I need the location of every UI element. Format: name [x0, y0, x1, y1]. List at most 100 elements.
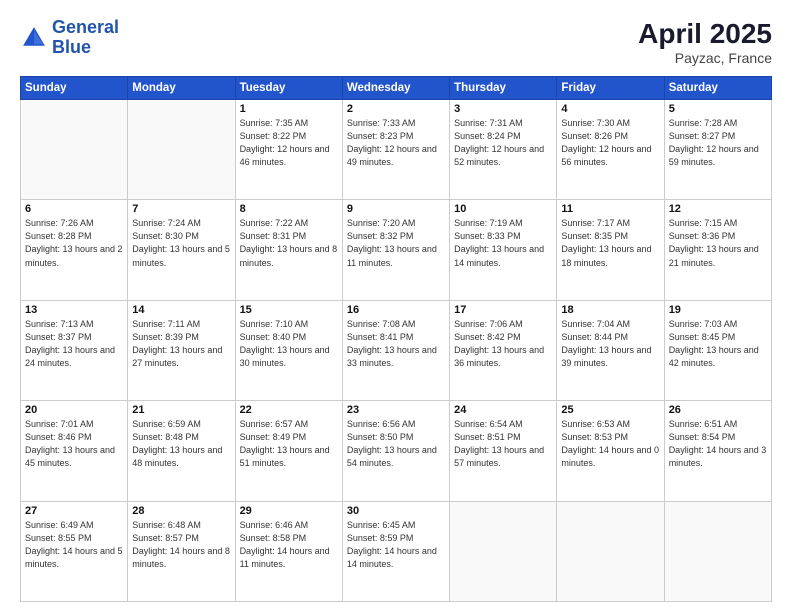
calendar-cell: 4 Sunrise: 7:30 AMSunset: 8:26 PMDaylight… — [557, 100, 664, 200]
page: General Blue April 2025 Payzac, France S… — [0, 0, 792, 612]
day-detail: Sunrise: 6:46 AMSunset: 8:58 PMDaylight:… — [240, 519, 338, 571]
calendar-cell: 19 Sunrise: 7:03 AMSunset: 8:45 PMDayligh… — [664, 300, 771, 400]
calendar-cell: 25 Sunrise: 6:53 AMSunset: 8:53 PMDayligh… — [557, 401, 664, 501]
weekday-header: Thursday — [450, 77, 557, 100]
weekday-header: Tuesday — [235, 77, 342, 100]
day-detail: Sunrise: 7:24 AMSunset: 8:30 PMDaylight:… — [132, 217, 230, 269]
weekday-header: Monday — [128, 77, 235, 100]
day-number: 8 — [240, 203, 338, 215]
day-number: 15 — [240, 304, 338, 316]
calendar-week-row: 13 Sunrise: 7:13 AMSunset: 8:37 PMDayligh… — [21, 300, 772, 400]
day-detail: Sunrise: 7:11 AMSunset: 8:39 PMDaylight:… — [132, 318, 230, 370]
logo: General Blue — [20, 18, 119, 58]
day-number: 20 — [25, 404, 123, 416]
calendar-cell: 20 Sunrise: 7:01 AMSunset: 8:46 PMDayligh… — [21, 401, 128, 501]
day-detail: Sunrise: 6:54 AMSunset: 8:51 PMDaylight:… — [454, 418, 552, 470]
calendar-cell: 9Sunrise: 7:20 AMSunset: 8:32 PMDaylight… — [342, 200, 449, 300]
day-detail: Sunrise: 7:04 AMSunset: 8:44 PMDaylight:… — [561, 318, 659, 370]
logo-line1: General — [52, 17, 119, 37]
day-number: 16 — [347, 304, 445, 316]
day-detail: Sunrise: 7:22 AMSunset: 8:31 PMDaylight:… — [240, 217, 338, 269]
day-number: 28 — [132, 505, 230, 517]
calendar-table: SundayMondayTuesdayWednesdayThursdayFrid… — [20, 76, 772, 602]
calendar-week-row: 20 Sunrise: 7:01 AMSunset: 8:46 PMDayligh… — [21, 401, 772, 501]
day-detail: Sunrise: 6:57 AMSunset: 8:49 PMDaylight:… — [240, 418, 338, 470]
month-title: April 2025 — [638, 18, 772, 50]
day-detail: Sunrise: 7:26 AMSunset: 8:28 PMDaylight:… — [25, 217, 123, 269]
day-detail: Sunrise: 7:06 AMSunset: 8:42 PMDaylight:… — [454, 318, 552, 370]
weekday-header: Saturday — [664, 77, 771, 100]
header: General Blue April 2025 Payzac, France — [20, 18, 772, 66]
day-detail: Sunrise: 7:28 AMSunset: 8:27 PMDaylight:… — [669, 117, 767, 169]
calendar-cell: 11 Sunrise: 7:17 AMSunset: 8:35 PMDayligh… — [557, 200, 664, 300]
day-number: 9 — [347, 203, 445, 215]
day-number: 2 — [347, 103, 445, 115]
day-detail: Sunrise: 7:03 AMSunset: 8:45 PMDaylight:… — [669, 318, 767, 370]
calendar-cell: 6Sunrise: 7:26 AMSunset: 8:28 PMDaylight… — [21, 200, 128, 300]
calendar-week-row: 27Sunrise: 6:49 AMSunset: 8:55 PMDayligh… — [21, 501, 772, 601]
calendar-cell: 14 Sunrise: 7:11 AMSunset: 8:39 PMDayligh… — [128, 300, 235, 400]
day-number: 21 — [132, 404, 230, 416]
calendar-cell — [450, 501, 557, 601]
day-detail: Sunrise: 7:30 AMSunset: 8:26 PMDaylight:… — [561, 117, 659, 169]
day-number: 27 — [25, 505, 123, 517]
logo-text: General Blue — [52, 18, 119, 58]
day-number: 12 — [669, 203, 767, 215]
calendar-cell — [21, 100, 128, 200]
day-number: 24 — [454, 404, 552, 416]
calendar-week-row: 6Sunrise: 7:26 AMSunset: 8:28 PMDaylight… — [21, 200, 772, 300]
day-detail: Sunrise: 6:45 AMSunset: 8:59 PMDaylight:… — [347, 519, 445, 571]
logo-icon — [20, 24, 48, 52]
day-detail: Sunrise: 6:53 AMSunset: 8:53 PMDaylight:… — [561, 418, 659, 470]
day-number: 18 — [561, 304, 659, 316]
weekday-header: Friday — [557, 77, 664, 100]
day-detail: Sunrise: 6:51 AMSunset: 8:54 PMDaylight:… — [669, 418, 767, 470]
day-number: 11 — [561, 203, 659, 215]
day-number: 19 — [669, 304, 767, 316]
day-detail: Sunrise: 6:48 AMSunset: 8:57 PMDaylight:… — [132, 519, 230, 571]
day-number: 17 — [454, 304, 552, 316]
calendar-cell: 17 Sunrise: 7:06 AMSunset: 8:42 PMDayligh… — [450, 300, 557, 400]
title-block: April 2025 Payzac, France — [638, 18, 772, 66]
day-number: 1 — [240, 103, 338, 115]
day-detail: Sunrise: 7:19 AMSunset: 8:33 PMDaylight:… — [454, 217, 552, 269]
calendar-cell: 29Sunrise: 6:46 AMSunset: 8:58 PMDayligh… — [235, 501, 342, 601]
weekday-header: Wednesday — [342, 77, 449, 100]
day-detail: Sunrise: 7:08 AMSunset: 8:41 PMDaylight:… — [347, 318, 445, 370]
calendar-cell: 23Sunrise: 6:56 AMSunset: 8:50 PMDayligh… — [342, 401, 449, 501]
calendar-cell: 15Sunrise: 7:10 AMSunset: 8:40 PMDayligh… — [235, 300, 342, 400]
calendar-cell: 1 Sunrise: 7:35 AMSunset: 8:22 PMDaylight… — [235, 100, 342, 200]
calendar-cell: 3 Sunrise: 7:31 AMSunset: 8:24 PMDaylight… — [450, 100, 557, 200]
calendar-cell: 26 Sunrise: 6:51 AMSunset: 8:54 PMDayligh… — [664, 401, 771, 501]
calendar-cell: 10Sunrise: 7:19 AMSunset: 8:33 PMDayligh… — [450, 200, 557, 300]
calendar-cell: 22 Sunrise: 6:57 AMSunset: 8:49 PMDayligh… — [235, 401, 342, 501]
logo-line2: Blue — [52, 37, 91, 57]
day-detail: Sunrise: 7:13 AMSunset: 8:37 PMDaylight:… — [25, 318, 123, 370]
day-detail: Sunrise: 6:59 AMSunset: 8:48 PMDaylight:… — [132, 418, 230, 470]
day-detail: Sunrise: 6:56 AMSunset: 8:50 PMDaylight:… — [347, 418, 445, 470]
calendar-week-row: 1 Sunrise: 7:35 AMSunset: 8:22 PMDaylight… — [21, 100, 772, 200]
day-detail: Sunrise: 7:17 AMSunset: 8:35 PMDaylight:… — [561, 217, 659, 269]
calendar-cell: 12 Sunrise: 7:15 AMSunset: 8:36 PMDayligh… — [664, 200, 771, 300]
day-detail: Sunrise: 7:35 AMSunset: 8:22 PMDaylight:… — [240, 117, 338, 169]
calendar-cell: 18 Sunrise: 7:04 AMSunset: 8:44 PMDayligh… — [557, 300, 664, 400]
calendar-cell: 8 Sunrise: 7:22 AMSunset: 8:31 PMDaylight… — [235, 200, 342, 300]
day-number: 25 — [561, 404, 659, 416]
day-number: 4 — [561, 103, 659, 115]
day-number: 14 — [132, 304, 230, 316]
calendar-cell: 7Sunrise: 7:24 AMSunset: 8:30 PMDaylight… — [128, 200, 235, 300]
calendar-cell: 28 Sunrise: 6:48 AMSunset: 8:57 PMDayligh… — [128, 501, 235, 601]
day-detail: Sunrise: 7:33 AMSunset: 8:23 PMDaylight:… — [347, 117, 445, 169]
day-detail: Sunrise: 7:15 AMSunset: 8:36 PMDaylight:… — [669, 217, 767, 269]
day-number: 13 — [25, 304, 123, 316]
day-number: 22 — [240, 404, 338, 416]
day-number: 5 — [669, 103, 767, 115]
calendar-cell — [128, 100, 235, 200]
day-detail: Sunrise: 7:01 AMSunset: 8:46 PMDaylight:… — [25, 418, 123, 470]
day-number: 26 — [669, 404, 767, 416]
weekday-header-row: SundayMondayTuesdayWednesdayThursdayFrid… — [21, 77, 772, 100]
calendar-cell: 16 Sunrise: 7:08 AMSunset: 8:41 PMDayligh… — [342, 300, 449, 400]
calendar-cell: 2 Sunrise: 7:33 AMSunset: 8:23 PMDaylight… — [342, 100, 449, 200]
day-detail: Sunrise: 7:31 AMSunset: 8:24 PMDaylight:… — [454, 117, 552, 169]
day-number: 3 — [454, 103, 552, 115]
